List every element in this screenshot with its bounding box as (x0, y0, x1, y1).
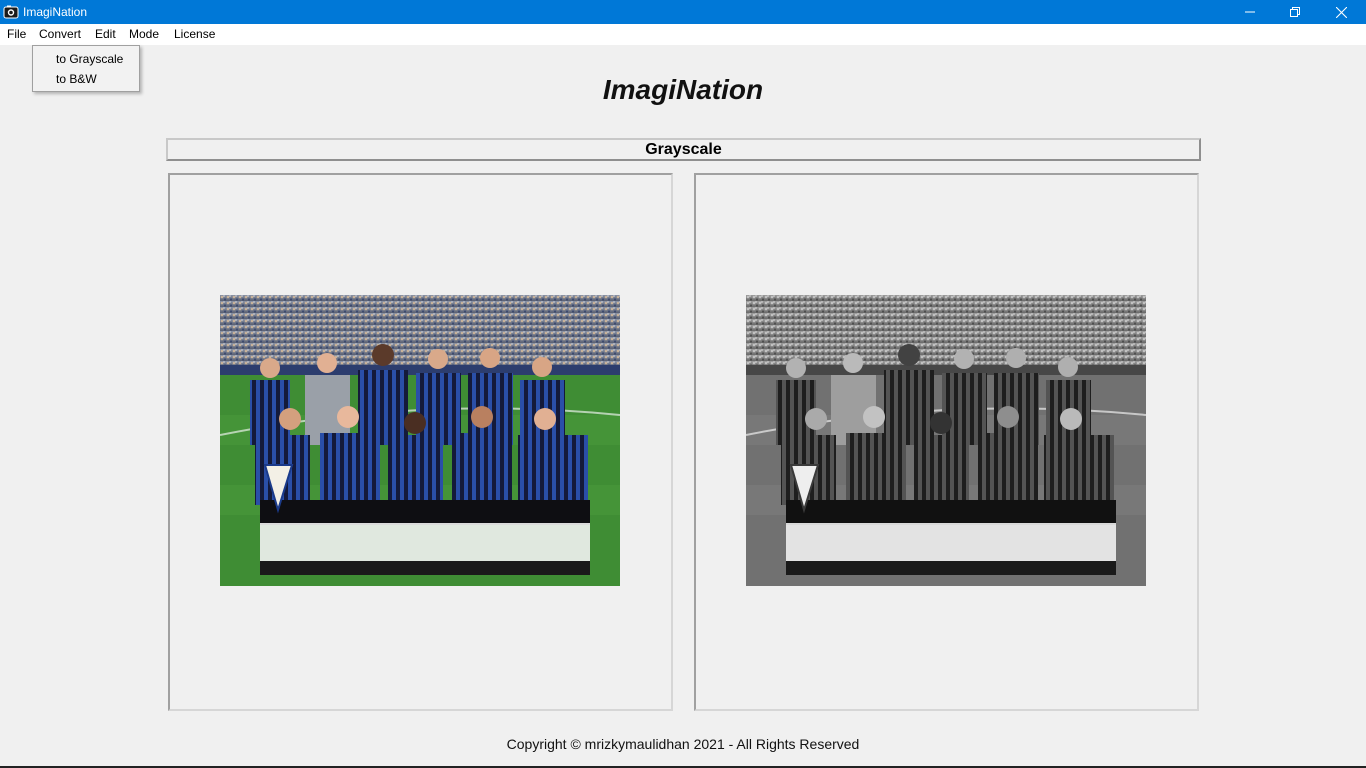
menu-license[interactable]: License (172, 24, 217, 45)
mode-label: Grayscale (166, 138, 1201, 161)
menu-edit[interactable]: Edit (93, 24, 118, 45)
original-image-panel (168, 173, 673, 711)
close-icon (1335, 6, 1347, 18)
convert-dropdown-menu: to Grayscale to B&W (32, 45, 140, 92)
close-button[interactable] (1318, 0, 1364, 24)
restore-icon (1290, 7, 1300, 17)
window-title: ImagiNation (23, 5, 88, 19)
menu-file[interactable]: File (5, 24, 28, 45)
grayscale-photo (746, 295, 1146, 586)
app-heading: ImagiNation (602, 74, 764, 105)
original-photo (220, 295, 620, 586)
camera-icon (3, 5, 19, 19)
minimize-icon (1245, 11, 1255, 13)
menu-mode[interactable]: Mode (127, 24, 161, 45)
menu-item-to-grayscale[interactable]: to Grayscale (56, 49, 123, 69)
copyright-footer: Copyright © mrizkymaulidhan 2021 - All R… (506, 736, 860, 752)
converted-image-panel (694, 173, 1199, 711)
menu-item-to-bw[interactable]: to B&W (56, 69, 97, 89)
menu-convert[interactable]: Convert (37, 24, 83, 45)
title-bar: ImagiNation (0, 0, 1366, 24)
minimize-button[interactable] (1227, 0, 1273, 24)
menu-bar: File Convert Edit Mode License (0, 24, 1366, 45)
restore-button[interactable] (1272, 0, 1318, 24)
